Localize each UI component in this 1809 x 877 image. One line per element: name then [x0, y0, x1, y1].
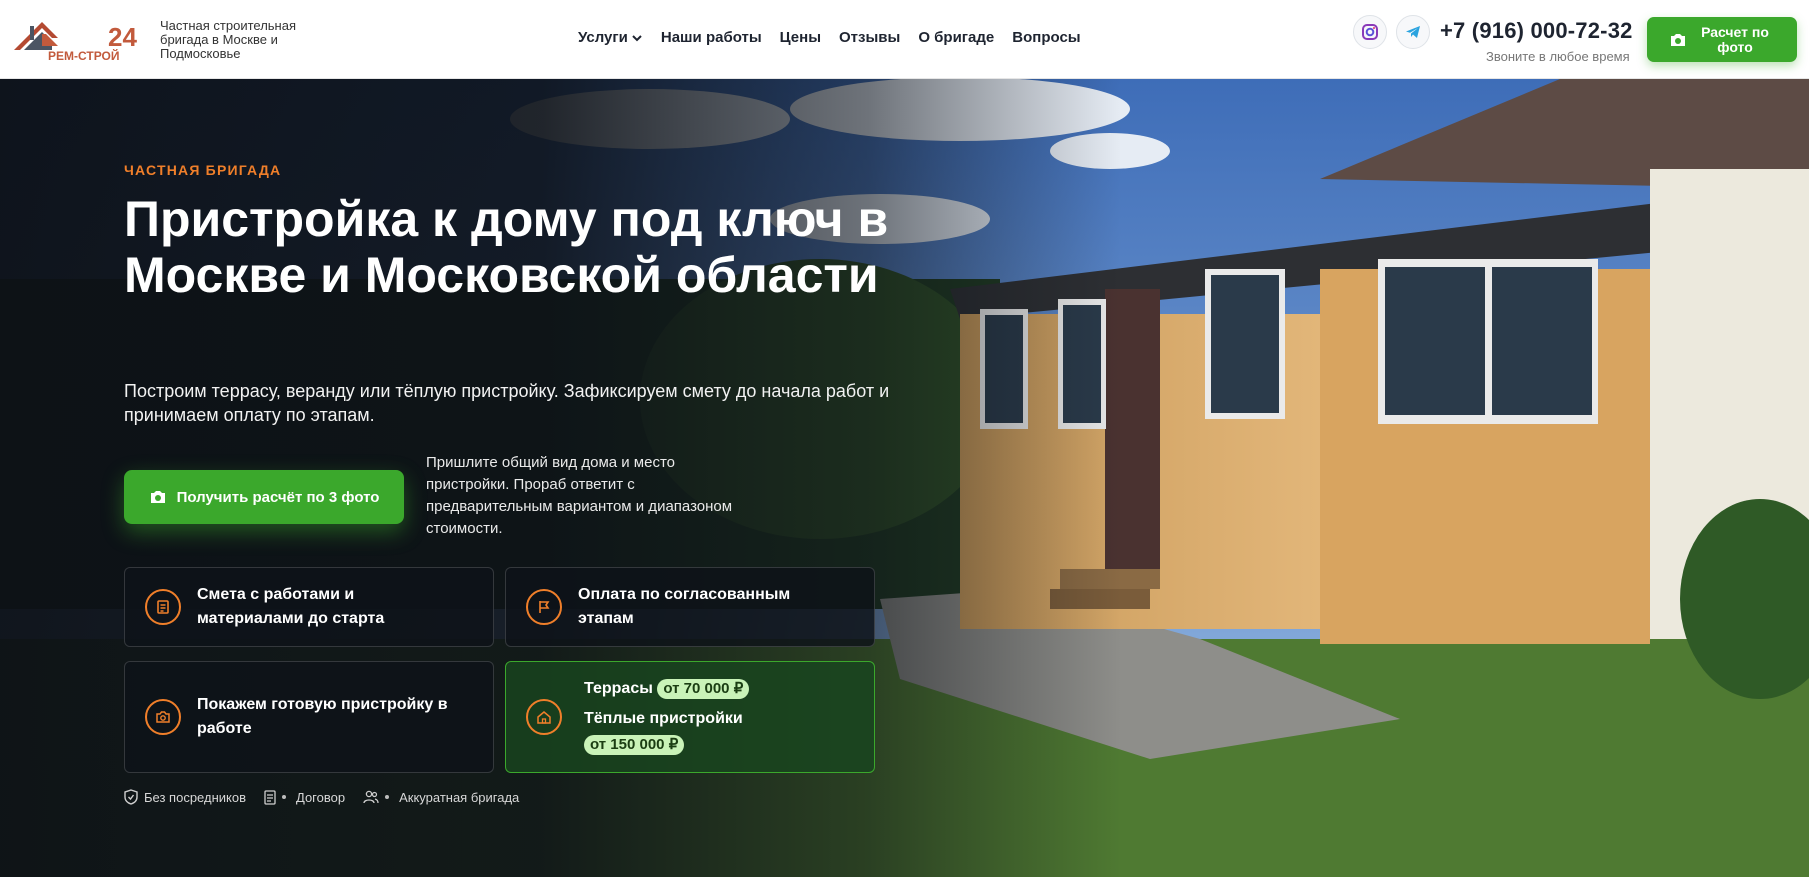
nav-services-label: Услуги	[578, 29, 628, 46]
camera-icon	[145, 699, 181, 735]
main-nav: Услуги Наши работы Цены Отзывы О бригаде…	[578, 29, 1099, 46]
price-card-text: Террасы от 70 000 ₽ Тёплые пристройки от…	[584, 676, 874, 758]
nav-works[interactable]: Наши работы	[661, 29, 762, 46]
hero-section: ЧАСТНАЯ БРИГАДА Пристройка к дому под кл…	[0, 79, 1809, 877]
telegram-icon	[1406, 26, 1420, 38]
feature-estimate-text: Смета с работами и материалами до старта	[197, 586, 385, 627]
nav-reviews[interactable]: Отзывы	[839, 29, 900, 46]
price-line-warm: Тёплые пристройки от 150 000 ₽	[584, 706, 874, 758]
nav-about[interactable]: О бригаде	[918, 29, 994, 46]
photo-estimate-button[interactable]: Расчет по фото	[1647, 17, 1797, 62]
phone-note: Звоните в любое время	[1486, 49, 1630, 64]
feature-card-stages: Оплата по согласованным этапам	[505, 567, 875, 647]
camera-icon	[150, 491, 165, 503]
house-icon	[526, 699, 562, 735]
trust-no-middlemen: Без посредников	[124, 789, 246, 805]
trust-no-middlemen-label: Без посредников	[144, 789, 246, 805]
feature-showcase-text: Покажем готовую пристройку в работе	[197, 696, 448, 737]
instagram-icon	[1362, 24, 1378, 40]
trust-crew: Аккуратная бригада	[363, 790, 519, 805]
trust-crew-label: Аккуратная бригада	[399, 789, 520, 805]
feature-card-showcase: Покажем готовую пристройку в работе	[124, 661, 494, 773]
trust-bar: Без посредников Договор Аккуратная брига…	[124, 789, 529, 805]
hero-content: ЧАСТНАЯ БРИГАДА Пристройка к дому под кл…	[0, 79, 1809, 877]
stages-flag-icon	[526, 589, 562, 625]
photo-estimate-label: Расчет по фото	[1701, 23, 1769, 55]
shield-check-icon	[124, 789, 138, 805]
site-header: 24 РЕМ-СТРОЙ Частная строительная бригад…	[0, 0, 1809, 79]
nav-prices[interactable]: Цены	[780, 29, 821, 46]
instagram-button[interactable]	[1353, 15, 1387, 49]
get-estimate-label: Получить расчёт по 3 фото	[176, 488, 380, 506]
price-card: Террасы от 70 000 ₽ Тёплые пристройки от…	[505, 661, 875, 773]
estimate-icon	[145, 589, 181, 625]
logo[interactable]: 24 РЕМ-СТРОЙ	[12, 16, 146, 63]
cta-note: Пришлите общий вид дома и место пристрой…	[426, 454, 733, 537]
get-estimate-button[interactable]: Получить расчёт по 3 фото	[124, 470, 404, 524]
users-icon	[363, 790, 379, 804]
feature-card-estimate: Смета с работами и материалами до старта	[124, 567, 494, 647]
telegram-button[interactable]	[1396, 15, 1430, 49]
chevron-down-icon	[632, 34, 642, 41]
trust-contract: Договор	[264, 790, 345, 805]
separator-dot	[385, 795, 390, 799]
warm-extensions-price-badge: от 150 000 ₽	[584, 735, 685, 755]
nav-services[interactable]: Услуги	[578, 29, 643, 46]
header-phone[interactable]: +7 (916) 000-72-32	[1440, 18, 1633, 44]
logo-24: 24	[108, 22, 137, 52]
nav-faq[interactable]: Вопросы	[1012, 29, 1080, 46]
price-line-terraces: Террасы от 70 000 ₽	[584, 676, 874, 702]
feature-stages-text: Оплата по согласованным этапам	[578, 586, 791, 627]
hero-title: Пристройка к дому под ключ в Москве и Мо…	[124, 191, 889, 303]
header-tagline: Частная строительная бригада в Москве и …	[160, 18, 296, 61]
warm-extensions-label: Тёплые пристройки	[584, 710, 743, 727]
camera-icon	[1671, 33, 1685, 46]
terraces-label: Террасы	[584, 680, 653, 697]
hero-subtitle: Построим террасу, веранду или тёплую при…	[124, 381, 890, 425]
logo-wordmark: РЕМ-СТРОЙ	[48, 48, 120, 62]
document-icon	[264, 789, 276, 805]
hero-eyebrow: ЧАСТНАЯ БРИГАДА	[124, 162, 282, 178]
separator-dot	[282, 795, 286, 799]
terraces-price-badge: от 70 000 ₽	[657, 679, 750, 699]
trust-contract-label: Договор	[296, 789, 346, 805]
